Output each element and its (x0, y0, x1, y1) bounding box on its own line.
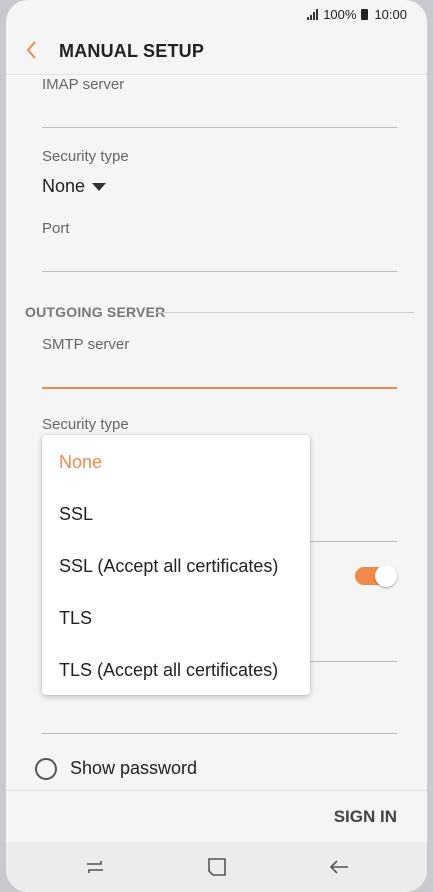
show-password-label[interactable]: Show password (70, 758, 197, 779)
authentication-toggle[interactable] (355, 565, 397, 587)
status-bar: 100% 10:00 (6, 0, 427, 28)
navigation-bar (6, 842, 427, 892)
section-divider (156, 312, 414, 313)
field-underline (310, 661, 397, 662)
sign-in-button[interactable]: SIGN IN (334, 807, 397, 827)
incoming-security-select[interactable]: None (42, 174, 122, 198)
show-password-checkbox[interactable] (35, 758, 57, 780)
toggle-knob (375, 565, 397, 587)
outgoing-security-label: Security type (42, 416, 129, 433)
back-arrow-icon[interactable] (20, 36, 44, 64)
password-field[interactable] (42, 733, 397, 734)
outgoing-server-header: OUTGOING SERVER (25, 304, 166, 320)
imap-server-field[interactable] (42, 127, 397, 128)
header-divider (6, 74, 427, 75)
back-icon[interactable] (326, 854, 352, 880)
port-label: Port (42, 220, 70, 237)
menu-item-ssl[interactable]: SSL (59, 504, 93, 525)
field-underline (310, 541, 397, 542)
phone-screen: 100% 10:00 MANUAL SETUP IMAP server Secu… (6, 0, 427, 892)
dropdown-arrow-icon (92, 183, 106, 191)
page-title: MANUAL SETUP (59, 41, 205, 61)
home-icon[interactable] (204, 854, 230, 880)
incoming-security-value: None (42, 176, 86, 196)
menu-item-none[interactable]: None (59, 452, 102, 473)
menu-item-tls[interactable]: TLS (59, 608, 92, 629)
imap-server-label: IMAP server (42, 76, 125, 93)
port-field[interactable] (42, 271, 397, 272)
clock: 10:00 (374, 7, 407, 22)
battery-icon (361, 9, 369, 20)
signal-icon (307, 9, 319, 20)
security-type-dropdown: None SSL SSL (Accept all certificates) T… (42, 435, 310, 695)
menu-item-ssl-accept-all[interactable]: SSL (Accept all certificates) (59, 556, 278, 577)
footer-divider (6, 790, 427, 791)
smtp-server-field[interactable] (42, 387, 397, 389)
menu-item-tls-accept-all[interactable]: TLS (Accept all certificates) (59, 660, 278, 681)
incoming-security-label: Security type (42, 148, 129, 165)
app-header: MANUAL SETUP (6, 28, 427, 74)
smtp-server-label: SMTP server (42, 336, 130, 353)
battery-percent: 100% (323, 7, 357, 22)
recent-apps-icon[interactable] (82, 854, 108, 880)
